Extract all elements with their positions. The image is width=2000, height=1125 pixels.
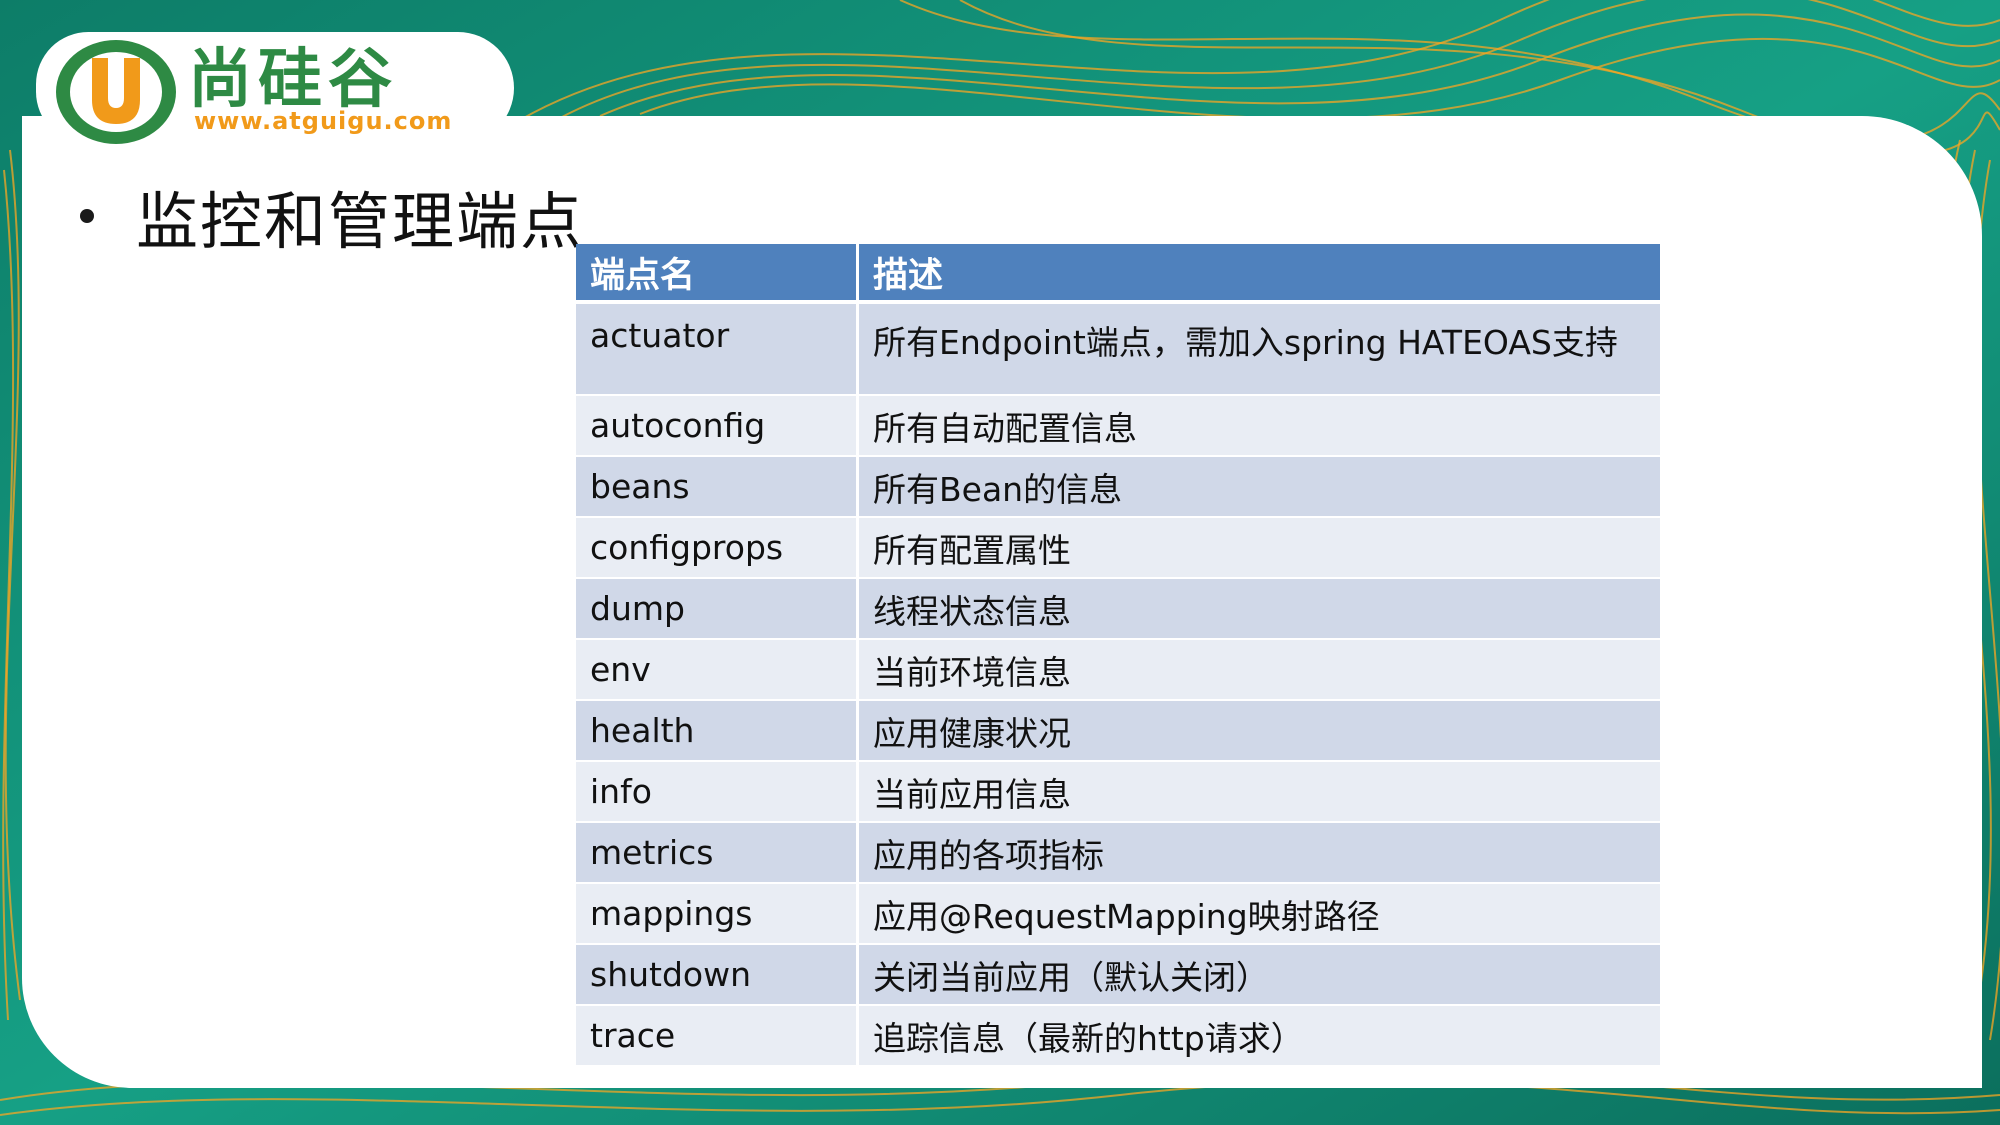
endpoint-name: beans <box>576 455 859 517</box>
endpoint-table: 端点名 描述 actuator 所有Endpoint端点，需加入spring H… <box>576 244 1660 1065</box>
table-row: autoconfig 所有自动配置信息 <box>576 394 1660 456</box>
table-row: mappings 应用@RequestMapping映射路径 <box>576 882 1660 944</box>
endpoint-description: 应用@RequestMapping映射路径 <box>857 882 1660 944</box>
logo-url: www.atguigu.com <box>194 107 453 135</box>
endpoint-description: 所有Bean的信息 <box>857 455 1660 517</box>
logo-u-icon <box>56 40 176 144</box>
endpoint-name: mappings <box>576 882 859 944</box>
endpoint-description: 应用健康状况 <box>857 699 1660 761</box>
table-row: info 当前应用信息 <box>576 760 1660 822</box>
endpoint-description: 追踪信息（最新的http请求） <box>857 1004 1660 1065</box>
endpoint-name: autoconfig <box>576 394 859 456</box>
endpoint-description: 线程状态信息 <box>857 577 1660 639</box>
endpoint-description: 应用的各项指标 <box>857 821 1660 883</box>
table-row: dump 线程状态信息 <box>576 577 1660 639</box>
endpoint-name: shutdown <box>576 943 859 1005</box>
table-row: trace 追踪信息（最新的http请求） <box>576 1004 1660 1065</box>
endpoint-name: trace <box>576 1004 859 1065</box>
table-row: metrics 应用的各项指标 <box>576 821 1660 883</box>
table-row: health 应用健康状况 <box>576 699 1660 761</box>
table-row: env 当前环境信息 <box>576 638 1660 700</box>
endpoint-description: 所有Endpoint端点，需加入spring HATEOAS支持 <box>857 301 1660 395</box>
endpoint-name: health <box>576 699 859 761</box>
endpoint-name: env <box>576 638 859 700</box>
header-endpoint-name: 端点名 <box>576 244 859 304</box>
bullet-icon <box>80 209 94 223</box>
table-row: configprops 所有配置属性 <box>576 516 1660 578</box>
endpoint-name: dump <box>576 577 859 639</box>
endpoint-name: info <box>576 760 859 822</box>
table-header-row: 端点名 描述 <box>576 244 1660 304</box>
endpoint-description: 当前应用信息 <box>857 760 1660 822</box>
endpoint-description: 当前环境信息 <box>857 638 1660 700</box>
table-row: actuator 所有Endpoint端点，需加入spring HATEOAS支… <box>576 301 1660 395</box>
table-row: beans 所有Bean的信息 <box>576 455 1660 517</box>
endpoint-description: 所有自动配置信息 <box>857 394 1660 456</box>
header-description: 描述 <box>857 244 1660 304</box>
endpoint-name: metrics <box>576 821 859 883</box>
endpoint-description: 关闭当前应用（默认关闭） <box>857 943 1660 1005</box>
endpoint-description: 所有配置属性 <box>857 516 1660 578</box>
logo-text: 尚硅谷 <box>188 43 398 117</box>
slide-title-text: 监控和管理端点 <box>136 185 585 258</box>
endpoint-name: actuator <box>576 301 859 395</box>
slide-title: 监控和管理端点 <box>80 176 584 258</box>
table-row: shutdown 关闭当前应用（默认关闭） <box>576 943 1660 1005</box>
endpoint-name: configprops <box>576 516 859 578</box>
